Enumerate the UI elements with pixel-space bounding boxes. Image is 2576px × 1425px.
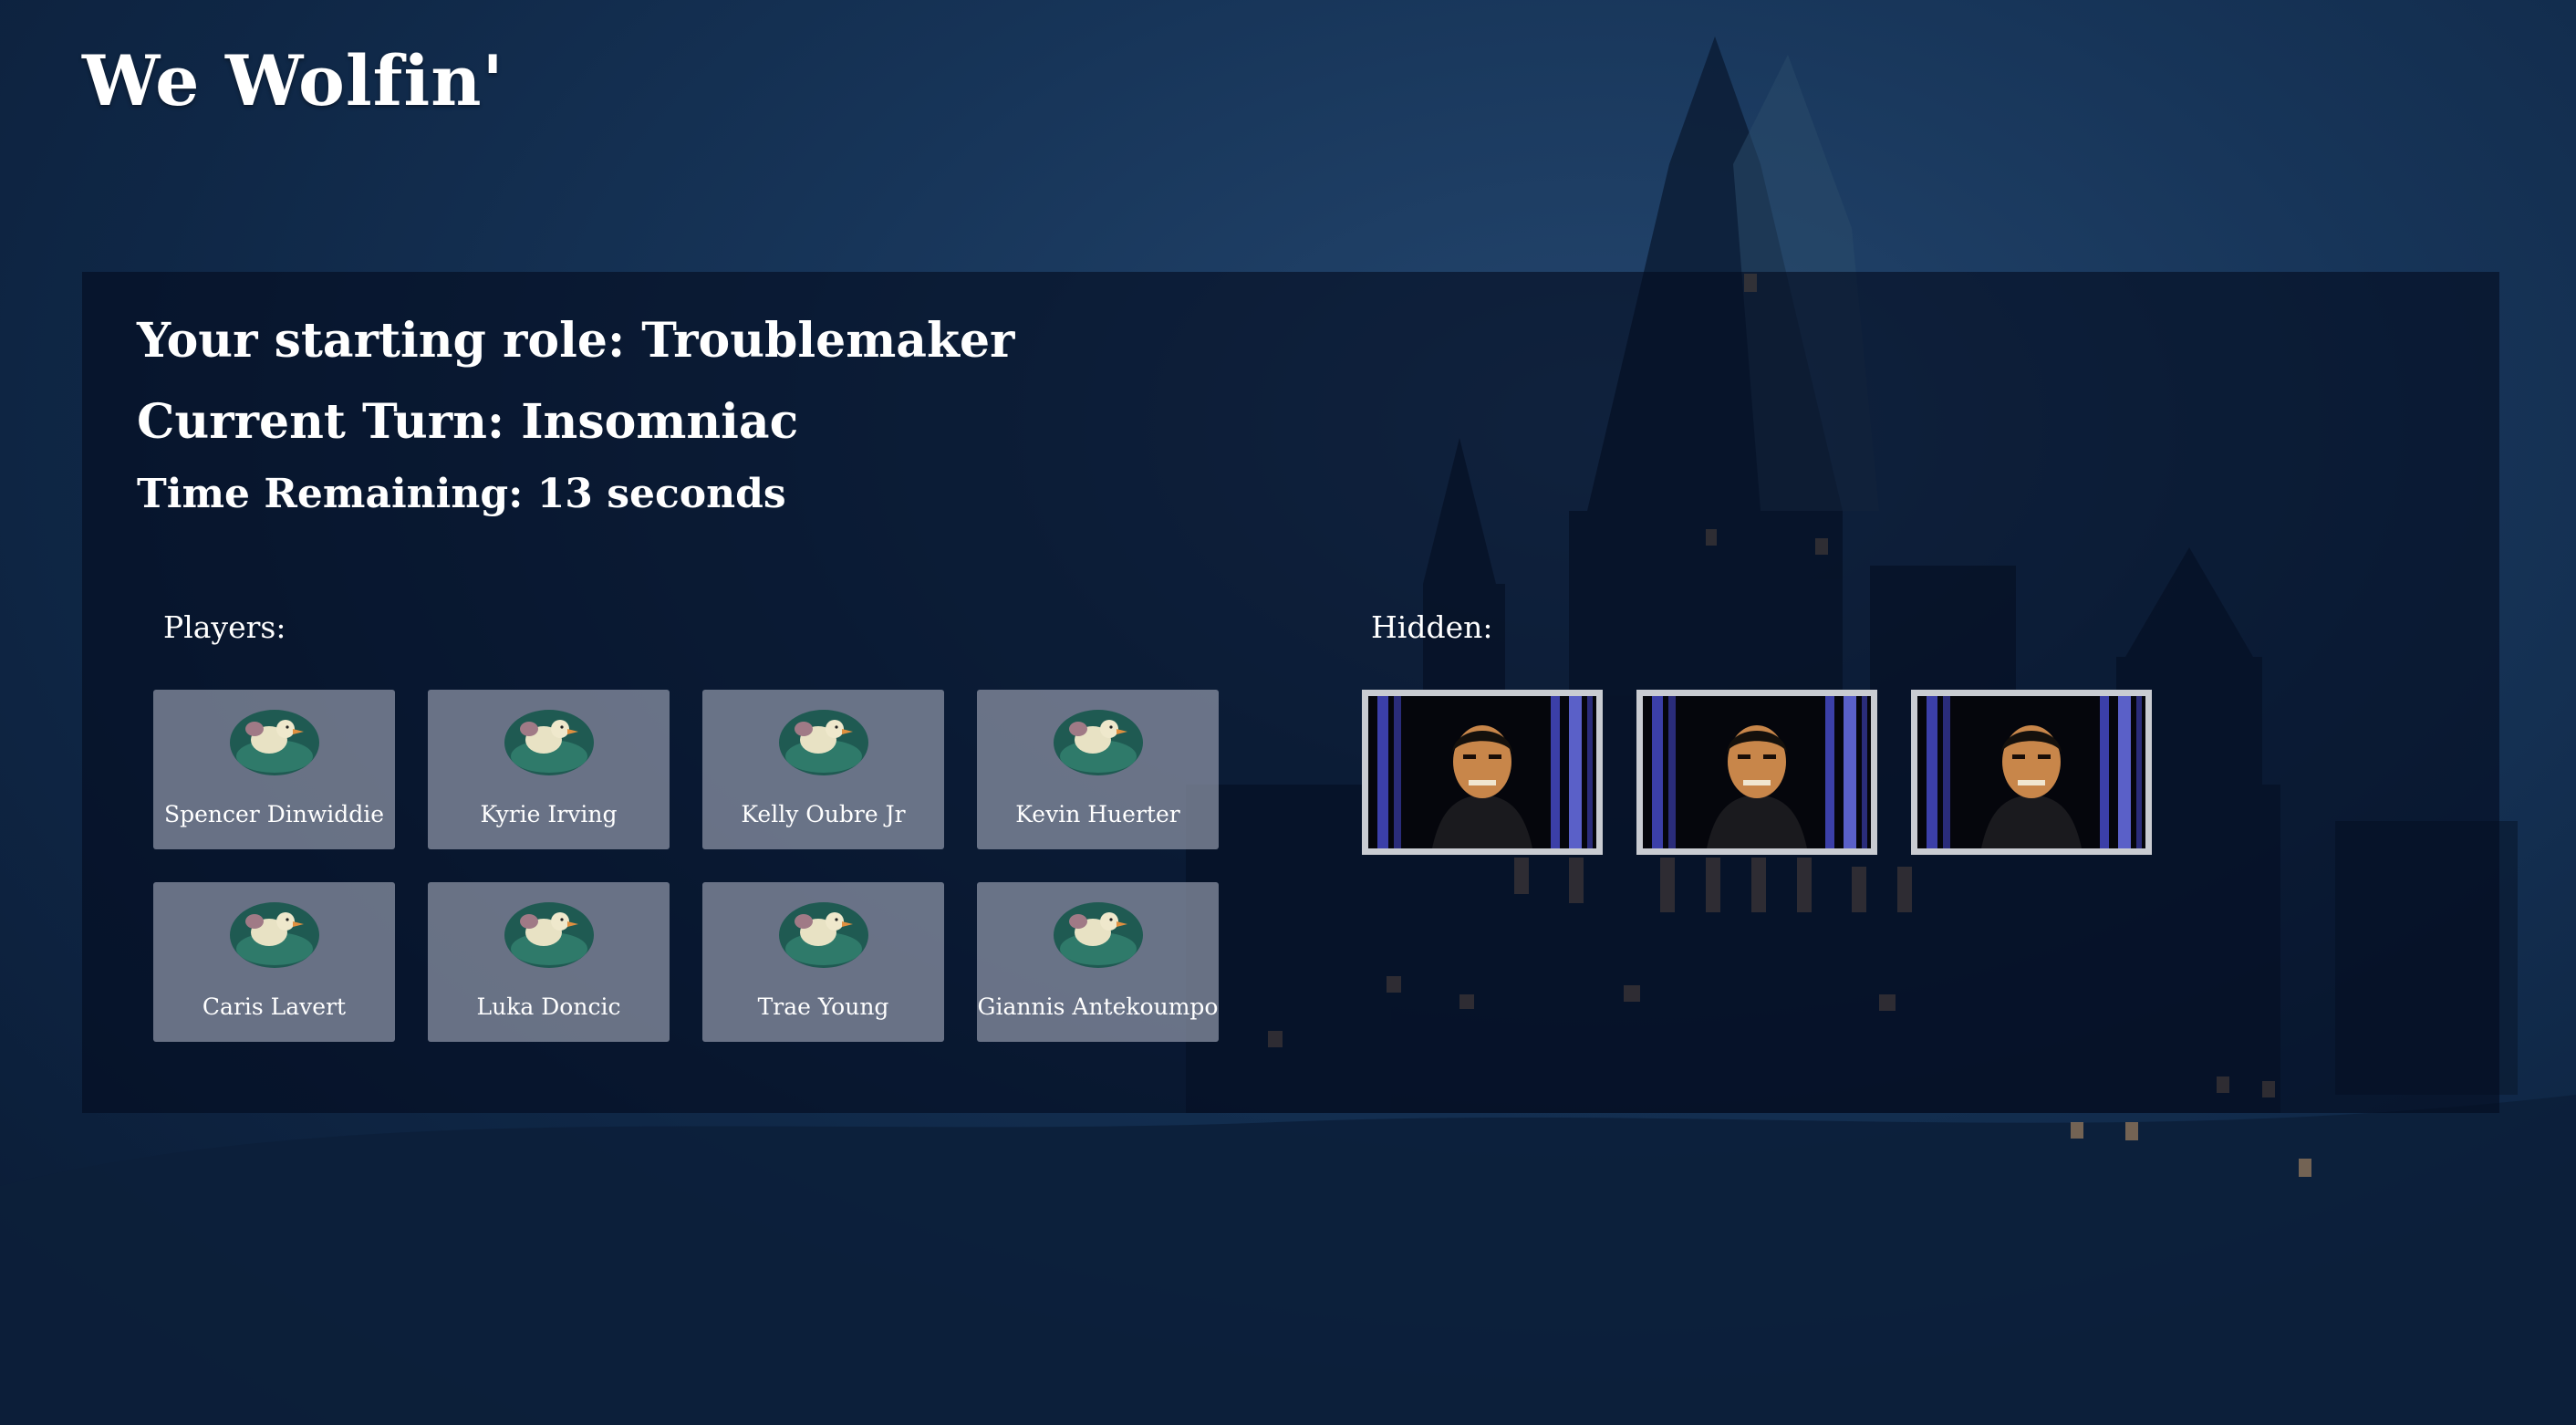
player-card[interactable]: Kyrie Irving [428, 690, 670, 849]
player-card[interactable]: Giannis Antekoumpo [977, 882, 1219, 1042]
player-name: Kevin Huerter [1015, 801, 1180, 827]
werewolf-card-icon [1917, 696, 2145, 848]
player-card[interactable]: Trae Young [702, 882, 944, 1042]
duck-avatar-icon [1054, 710, 1143, 775]
player-name: Spencer Dinwiddie [163, 801, 385, 827]
werewolf-card-icon [1643, 696, 1871, 848]
duck-avatar-icon [779, 710, 868, 775]
player-card[interactable]: Kevin Huerter [977, 690, 1219, 849]
starting-role-text: Your starting role: Troublemaker [137, 313, 1015, 369]
hidden-label: Hidden: [1371, 609, 1493, 645]
app-title: We Wolfin' [82, 40, 504, 121]
player-card[interactable]: Caris Lavert [153, 882, 395, 1042]
player-name: Kyrie Irving [480, 801, 618, 827]
player-name: Luka Doncic [476, 993, 621, 1020]
player-name: Trae Young [757, 993, 889, 1020]
hidden-card[interactable] [1911, 690, 2152, 855]
players-label: Players: [163, 609, 286, 645]
hidden-card[interactable] [1362, 690, 1603, 855]
player-name: Kelly Oubre Jr [741, 801, 906, 827]
duck-avatar-icon [504, 902, 594, 968]
current-turn-text: Current Turn: Insomniac [137, 394, 799, 450]
hidden-cards-row [1362, 690, 2152, 855]
player-name: Caris Lavert [202, 993, 347, 1020]
player-name: Giannis Antekoumpo [977, 993, 1219, 1020]
duck-avatar-icon [230, 902, 319, 968]
player-card[interactable]: Spencer Dinwiddie [153, 690, 395, 849]
hidden-card[interactable] [1636, 690, 1877, 855]
player-card[interactable]: Kelly Oubre Jr [702, 690, 944, 849]
player-card[interactable]: Luka Doncic [428, 882, 670, 1042]
duck-avatar-icon [1054, 902, 1143, 968]
duck-avatar-icon [779, 902, 868, 968]
game-panel: Your starting role: Troublemaker Current… [82, 272, 2499, 1113]
time-remaining-text: Time Remaining: 13 seconds [137, 471, 786, 517]
duck-avatar-icon [230, 710, 319, 775]
werewolf-card-icon [1368, 696, 1596, 848]
player-grid: Spencer Dinwiddie Kyrie Irving Kelly Oub… [153, 690, 1220, 1042]
duck-avatar-icon [504, 710, 594, 775]
